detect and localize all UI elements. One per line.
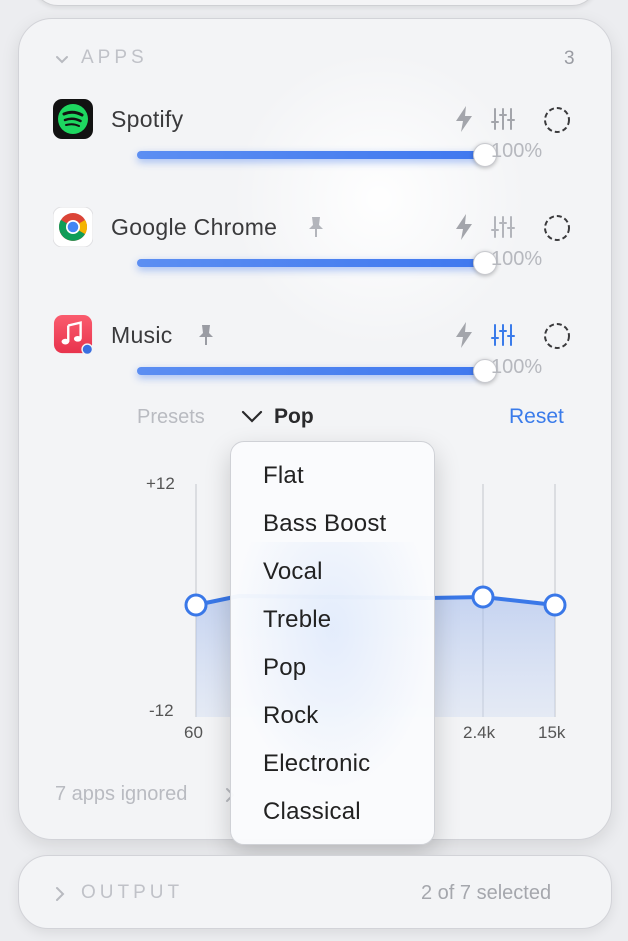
preset-option-flat[interactable]: Flat: [263, 462, 304, 490]
preset-option-vocal[interactable]: Vocal: [263, 558, 323, 586]
pin-icon[interactable]: [197, 324, 215, 346]
bolt-icon[interactable]: [453, 213, 475, 241]
app-name: Spotify: [111, 106, 184, 132]
preset-option-pop[interactable]: Pop: [263, 654, 306, 682]
apps-count: 3: [564, 48, 575, 69]
eq-x-label: 15k: [538, 723, 566, 742]
equalizer-icon[interactable]: [491, 323, 515, 347]
eq-band-handle: [471, 585, 495, 609]
chevron-down-icon[interactable]: [241, 410, 263, 424]
ignored-apps-link[interactable]: 7 apps ignored: [55, 783, 187, 806]
volume-percent: 100%: [491, 140, 543, 162]
chrome-icon: [53, 207, 93, 247]
music-app-icon: [53, 315, 93, 355]
dashed-circle-icon[interactable]: [543, 214, 571, 242]
output-selected-count: 2 of 7 selected: [421, 882, 552, 904]
preset-option-classical[interactable]: Classical: [263, 798, 361, 826]
previous-card-edge: [32, 0, 598, 6]
presets-label: Presets: [137, 406, 205, 428]
volume-slider[interactable]: [137, 143, 497, 167]
app-name: Music: [111, 322, 173, 348]
preset-option-electronic[interactable]: Electronic: [263, 750, 370, 778]
volume-percent: 100%: [491, 356, 543, 378]
bolt-icon[interactable]: [453, 321, 475, 349]
pin-icon[interactable]: [307, 216, 325, 238]
preset-dropdown-menu: Flat Bass Boost Vocal Treble Pop Rock El…: [230, 441, 435, 845]
bolt-icon[interactable]: [453, 105, 475, 133]
preset-option-treble[interactable]: Treble: [263, 606, 331, 634]
output-panel[interactable]: OUTPUT 2 of 7 selected: [18, 855, 612, 929]
spotify-icon: [53, 99, 93, 139]
chevron-right-icon[interactable]: [55, 886, 65, 902]
app-row-music: Music 100%: [19, 315, 611, 415]
output-section-title[interactable]: OUTPUT: [81, 882, 183, 904]
apps-section-title[interactable]: APPS: [81, 47, 148, 69]
eq-x-label: 2.4k: [463, 723, 496, 742]
eq-band-handle: [543, 593, 567, 617]
eq-x-label: 60: [184, 723, 203, 742]
app-name: Google Chrome: [111, 214, 278, 240]
volume-slider[interactable]: [137, 359, 497, 383]
chevron-down-icon[interactable]: [55, 55, 69, 65]
eq-band-handle: [184, 593, 208, 617]
app-row-chrome: Google Chrome 100%: [19, 207, 611, 307]
dashed-circle-icon[interactable]: [543, 106, 571, 134]
reset-button[interactable]: Reset: [509, 405, 564, 429]
preset-selector[interactable]: Pop: [274, 405, 314, 429]
preset-option-rock[interactable]: Rock: [263, 702, 318, 730]
equalizer-icon[interactable]: [491, 215, 515, 239]
preset-option-bass-boost[interactable]: Bass Boost: [263, 510, 386, 538]
volume-percent: 100%: [491, 248, 543, 270]
volume-slider[interactable]: [137, 251, 497, 275]
app-row-spotify: Spotify 100%: [19, 99, 611, 199]
equalizer-icon[interactable]: [491, 107, 515, 131]
dashed-circle-icon[interactable]: [543, 322, 571, 350]
